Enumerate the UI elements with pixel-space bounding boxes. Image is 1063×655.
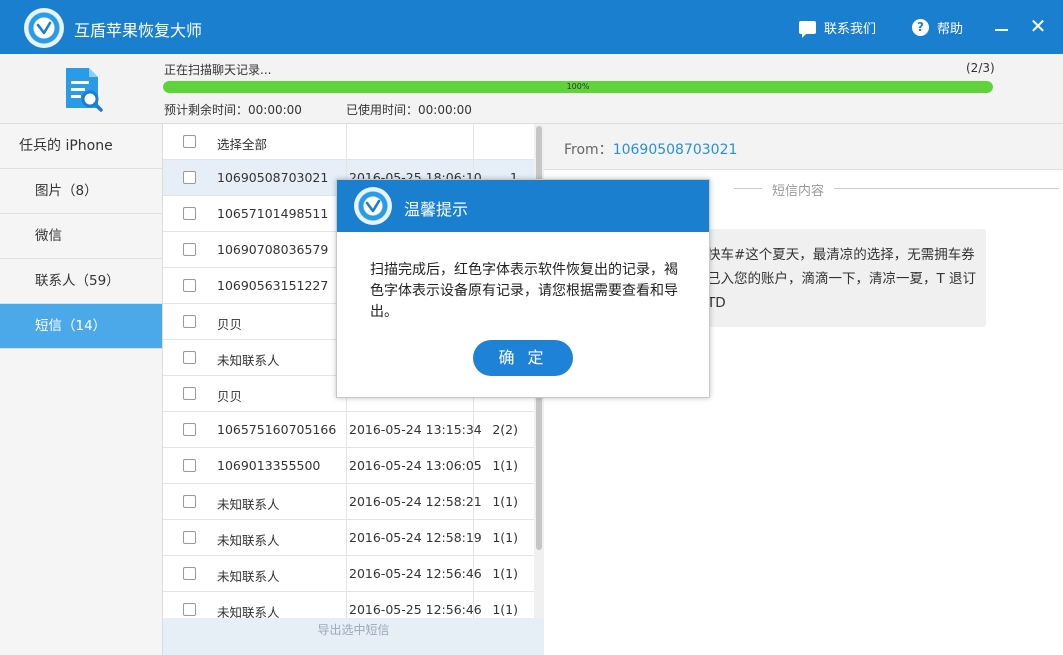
dialog-title: 温馨提示	[404, 200, 469, 219]
contact-us-label: 联系我们	[824, 22, 877, 37]
row-checkbox[interactable]	[183, 423, 196, 436]
scan-status-text: 正在扫描聊天记录...	[164, 63, 272, 77]
help-icon: ?	[912, 19, 929, 36]
scan-progress-panel: 正在扫描聊天记录... (2/3) 100% 预计剩余时间：00:00:00 已…	[0, 54, 1063, 124]
confirm-button[interactable]: 确 定	[473, 340, 573, 376]
document-scan-icon	[66, 68, 103, 112]
minimize-button[interactable]	[993, 16, 1011, 34]
sidebar-item-wechat[interactable]: 微信	[0, 214, 162, 259]
message-bubble: 快车#这个夏天，最清凉的选择，无需拥车券已入您的账户，滴滴一下，清凉一夏，T 退…	[694, 229, 986, 327]
table-row[interactable]: 106575160705166 2016-05-24 13:15:34 2(2)	[163, 412, 534, 448]
progress-bar: 100%	[163, 81, 993, 93]
from-number: 10690508703021	[612, 142, 738, 158]
dialog-header: 温馨提示	[337, 180, 709, 232]
row-checkbox[interactable]	[183, 207, 196, 220]
app-logo-icon	[354, 187, 392, 225]
progress-percent: 100%	[566, 82, 590, 91]
row-contact: 1069013355500	[217, 458, 321, 473]
chat-icon	[799, 21, 816, 38]
row-count: 1(1)	[492, 602, 518, 617]
row-checkbox[interactable]	[183, 459, 196, 472]
row-contact: 未知联系人	[217, 569, 280, 584]
row-contact: 未知联系人	[217, 533, 280, 548]
row-checkbox[interactable]	[183, 279, 196, 292]
row-count: 1(1)	[492, 566, 518, 581]
select-all-checkbox[interactable]	[183, 135, 196, 148]
row-date: 2016-05-24 13:06:05	[349, 458, 482, 473]
close-button[interactable]: ✕	[1028, 16, 1048, 36]
dialog-message: 扫描完成后，红色字体表示软件恢复出的记录，褐色字体表示设备原有记录，请您根据需要…	[370, 262, 678, 320]
from-label: From：	[564, 142, 613, 158]
row-contact: 10690508703021	[217, 170, 329, 185]
row-checkbox[interactable]	[183, 171, 196, 184]
row-date: 2016-05-24 12:56:46	[349, 566, 482, 581]
sidebar-item-sms[interactable]: 短信（14）	[0, 304, 162, 349]
row-checkbox[interactable]	[183, 351, 196, 364]
app-title: 互盾苹果恢复大师	[74, 21, 203, 40]
table-row[interactable]: 1069013355500 2016-05-24 13:06:05 1(1)	[163, 448, 534, 484]
category-sidebar: 任兵的 iPhone 图片（8） 微信 联系人（59） 短信（14）	[0, 124, 163, 655]
device-name: 任兵的 iPhone	[0, 124, 162, 169]
row-count: 1(1)	[492, 494, 518, 509]
row-date: 2016-05-24 12:58:19	[349, 530, 482, 545]
select-all-label: 选择全部	[217, 137, 268, 152]
help-button[interactable]: ? 帮助	[912, 18, 963, 37]
row-date: 2016-05-25 12:56:46	[349, 602, 482, 617]
row-contact: 未知联系人	[217, 497, 280, 512]
table-row[interactable]: 未知联系人 2016-05-24 12:58:19 1(1)	[163, 520, 534, 556]
sidebar-item-contacts[interactable]: 联系人（59）	[0, 259, 162, 304]
time-used: 已使用时间：00:00:00	[346, 103, 472, 117]
row-count: 2(2)	[492, 422, 518, 437]
row-count: 1(1)	[492, 530, 518, 545]
tip-dialog: 温馨提示 扫描完成后，红色字体表示软件恢复出的记录，褐色字体表示设备原有记录，请…	[336, 179, 710, 398]
row-checkbox[interactable]	[183, 387, 196, 400]
row-count: 1(1)	[492, 458, 518, 473]
message-text: 快车#这个夏天，最清凉的选择，无需拥车券已入您的账户，滴滴一下，清凉一夏，T 退…	[707, 247, 977, 311]
row-checkbox[interactable]	[183, 315, 196, 328]
row-date: 2016-05-24 12:58:21	[349, 494, 482, 509]
contact-us-button[interactable]: 联系我们	[799, 18, 877, 38]
row-checkbox[interactable]	[183, 603, 196, 616]
row-contact: 10690563151227	[217, 278, 329, 293]
help-label: 帮助	[937, 22, 964, 37]
from-bar: From：10690508703021	[544, 124, 1063, 170]
app-logo-icon	[24, 8, 64, 48]
row-checkbox[interactable]	[183, 567, 196, 580]
scan-step-counter: (2/3)	[966, 61, 995, 75]
time-remaining: 预计剩余时间：00:00:00	[164, 103, 302, 117]
row-date: 2016-05-24 13:15:34	[349, 422, 482, 437]
content-title: 短信内容	[762, 180, 835, 199]
row-contact: 贝贝	[217, 317, 243, 332]
export-selected-sms-button[interactable]: 导出选中短信	[163, 618, 544, 655]
row-contact: 10657101498511	[217, 206, 329, 221]
list-header: 选择全部	[163, 124, 534, 160]
row-checkbox[interactable]	[183, 243, 196, 256]
row-checkbox[interactable]	[183, 531, 196, 544]
table-row[interactable]: 未知联系人 2016-05-24 12:56:46 1(1)	[163, 556, 534, 592]
row-contact: 10690708036579	[217, 242, 329, 257]
row-checkbox[interactable]	[183, 495, 196, 508]
title-bar: 互盾苹果恢复大师 联系我们 ? 帮助 ✕	[0, 0, 1063, 54]
table-row[interactable]: 未知联系人 2016-05-24 12:58:21 1(1)	[163, 484, 534, 520]
row-contact: 106575160705166	[217, 422, 337, 437]
row-contact: 贝贝	[217, 389, 243, 404]
sidebar-item-photos[interactable]: 图片（8）	[0, 169, 162, 214]
row-contact: 未知联系人	[217, 353, 280, 368]
